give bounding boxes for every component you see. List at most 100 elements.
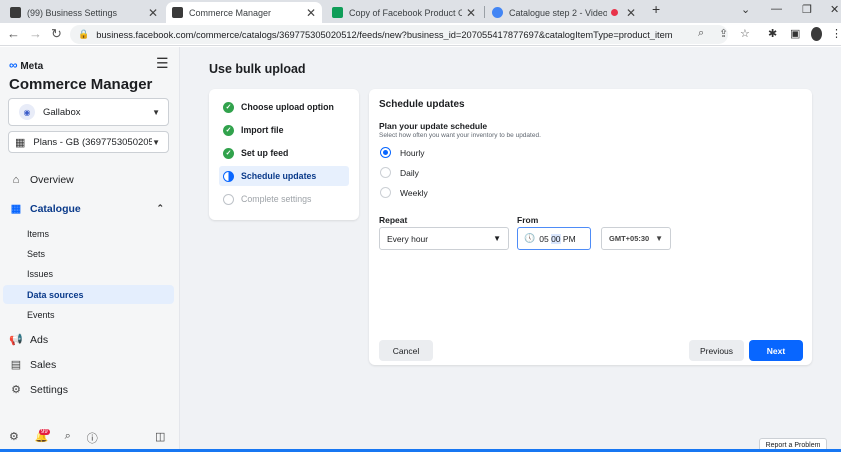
chevron-up-icon: ⌃ <box>156 203 164 213</box>
check-circle-icon: ✓ <box>223 124 234 136</box>
close-window-icon[interactable]: ✕ <box>830 3 839 16</box>
next-button[interactable]: Next <box>749 340 803 361</box>
profile-avatar[interactable] <box>811 27 822 41</box>
bookmark-star-icon[interactable]: ☆ <box>740 27 750 40</box>
radio-unselected-icon[interactable] <box>380 187 391 198</box>
sidebar: ∞ Meta ☰ Commerce Manager ◉ Gallabox ▼ ▦… <box>0 47 180 452</box>
gear-icon[interactable]: ⚙ <box>9 430 19 446</box>
upload-steps: ✓ Choose upload option ✓ Import file ✓ Set … <box>209 89 359 220</box>
grid-icon: ▦ <box>15 136 26 149</box>
megaphone-icon: 📢 <box>9 334 23 346</box>
share-icon[interactable]: ⇪ <box>719 27 728 40</box>
check-circle-icon: ✓ <box>223 147 234 159</box>
tab-catalogue-video[interactable]: Catalogue step 2 - Video ✕ <box>486 2 642 23</box>
new-tab-button[interactable]: + <box>652 1 660 17</box>
time-hour[interactable]: 05 <box>539 234 548 244</box>
step-schedule-updates: Schedule updates <box>219 166 349 186</box>
cancel-button[interactable]: Cancel <box>379 340 433 361</box>
sheets-icon <box>332 7 343 18</box>
nav-sub-issues[interactable]: Issues <box>3 264 174 283</box>
main-content: Use bulk upload ✓ Choose upload option ✓ I… <box>180 47 841 452</box>
radio-hourly[interactable]: Hourly <box>380 147 425 158</box>
close-tab-icon[interactable]: ✕ <box>626 6 636 20</box>
tab-business-settings[interactable]: (99) Business Settings ✕ <box>4 2 164 23</box>
facebook-page-icon <box>172 7 183 18</box>
previous-button[interactable]: Previous <box>689 340 744 361</box>
nav-catalogue[interactable]: ▦ Catalogue ⌃ <box>9 202 164 216</box>
from-label: From <box>517 215 539 225</box>
nav-overview[interactable]: ⌂ Overview <box>9 174 74 186</box>
facebook-page-icon <box>10 7 21 18</box>
step-import-file: ✓ Import file <box>219 120 349 140</box>
business-selector[interactable]: ◉ Gallabox ▼ <box>8 98 169 126</box>
meta-infinity-icon: ∞ <box>9 58 18 72</box>
step-complete-settings: Complete settings <box>219 189 349 209</box>
chevron-down-icon: ▼ <box>655 234 663 243</box>
collapse-panel-icon[interactable]: ◫ <box>155 430 165 443</box>
nav-sales[interactable]: ▤ Sales <box>9 358 56 372</box>
nav-sub-events[interactable]: Events <box>3 305 174 324</box>
browser-toolbar: ← → ↻ 🔒 business.facebook.com/commerce/c… <box>0 23 841 46</box>
close-tab-icon[interactable]: ✕ <box>306 6 316 20</box>
forward-arrow-icon[interactable]: → <box>29 26 42 41</box>
step-set-up-feed: ✓ Set up feed <box>219 143 349 163</box>
hamburger-menu-icon[interactable]: ☰ <box>156 55 169 72</box>
plan-hint: Select how often you want your inventory… <box>379 132 541 139</box>
plan-label: Plan your update schedule <box>379 121 488 131</box>
app-title: Commerce Manager <box>9 76 153 93</box>
radio-unselected-icon[interactable] <box>380 167 391 178</box>
business-logo-icon: ◉ <box>19 104 35 120</box>
tab-google-sheets[interactable]: Copy of Facebook Product Catal ✕ <box>326 2 482 23</box>
empty-circle-icon <box>223 193 234 205</box>
time-ampm[interactable]: PM <box>563 234 576 244</box>
catalog-selector[interactable]: ▦ Plans - GB (369775305020512) ▼ <box>8 131 169 153</box>
url-text: business.facebook.com/commerce/catalogs/… <box>96 29 673 40</box>
chevron-down-icon: ▼ <box>152 107 160 117</box>
page-title: Use bulk upload <box>209 62 306 76</box>
radio-daily[interactable]: Daily <box>380 167 419 178</box>
nav-sub-sets[interactable]: Sets <box>3 244 174 263</box>
extensions-icon[interactable]: ✱ <box>768 27 777 40</box>
chevron-down-icon: ▼ <box>152 137 160 147</box>
step-choose-upload-option: ✓ Choose upload option <box>219 97 349 117</box>
close-tab-icon[interactable]: ✕ <box>148 6 158 20</box>
address-bar[interactable]: 🔒 business.facebook.com/commerce/catalog… <box>70 25 750 44</box>
check-circle-icon: ✓ <box>223 101 234 113</box>
help-icon[interactable]: ⓘ <box>87 430 98 446</box>
clock-icon: 🕔 <box>524 233 536 243</box>
nav-ads[interactable]: 📢 Ads <box>9 333 48 347</box>
radio-weekly[interactable]: Weekly <box>380 187 428 198</box>
nav-settings[interactable]: ⚙ Settings <box>9 383 68 397</box>
browser-tab-strip: (99) Business Settings ✕ Commerce Manage… <box>0 0 841 23</box>
close-tab-icon[interactable]: ✕ <box>466 6 476 20</box>
radio-selected-icon[interactable] <box>380 147 391 158</box>
tab-search-icon[interactable]: ⌄ <box>741 3 750 16</box>
gear-icon: ⚙ <box>11 384 21 396</box>
zoom-icon[interactable]: ⌕ <box>698 27 704 40</box>
nav-sub-items[interactable]: Items <box>3 224 174 243</box>
card-heading: Schedule updates <box>379 99 465 110</box>
chevron-down-icon: ▼ <box>493 234 501 243</box>
repeat-label: Repeat <box>379 215 408 225</box>
browser-menu-icon[interactable]: ⋮ <box>831 27 841 40</box>
sales-icon: ▤ <box>10 359 22 371</box>
reload-icon[interactable]: ↻ <box>51 26 62 42</box>
time-input[interactable]: 🕔 05 00 PM <box>517 227 591 250</box>
home-icon: ⌂ <box>12 174 20 186</box>
tab-separator <box>484 6 485 18</box>
google-icon <box>492 7 503 18</box>
half-circle-icon <box>223 170 234 182</box>
recording-dot-icon <box>610 9 618 16</box>
repeat-select[interactable]: Every hour ▼ <box>379 227 509 250</box>
back-arrow-icon[interactable]: ← <box>7 26 20 41</box>
side-panel-icon[interactable]: ▣ <box>790 27 800 40</box>
grid-icon: ▦ <box>10 203 22 215</box>
time-minute[interactable]: 00 <box>551 233 561 244</box>
timezone-select[interactable]: GMT+05:30 ▼ <box>601 227 671 250</box>
meta-logo: ∞ Meta <box>9 58 44 72</box>
tab-commerce-manager[interactable]: Commerce Manager ✕ <box>166 2 322 23</box>
minimize-icon[interactable]: — <box>771 3 782 15</box>
restore-icon[interactable]: ❐ <box>802 3 812 16</box>
nav-sub-data-sources[interactable]: Data sources <box>3 285 174 304</box>
search-icon[interactable]: ⌕ <box>65 430 71 446</box>
